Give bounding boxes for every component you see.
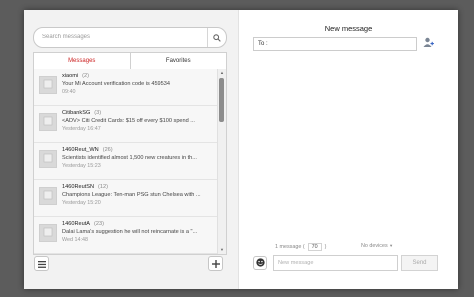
avatar-placeholder-icon xyxy=(43,113,53,131)
message-preview: Scientists identified almost 1,500 new c… xyxy=(62,155,197,161)
add-contact-icon xyxy=(423,35,434,53)
sms-app-window: Messages Favorites xiaomi(2) Your Mi Acc… xyxy=(24,10,458,289)
scroll-up-icon[interactable]: ▲ xyxy=(219,70,225,76)
scroll-down-icon[interactable]: ▼ xyxy=(219,247,225,253)
sender-name: 1460ReutSN xyxy=(62,184,95,190)
conversation-list: xiaomi (2) Your Mi Account verification c… xyxy=(33,69,227,255)
add-contact-button[interactable] xyxy=(421,37,435,51)
message-count-label: 1 message ( xyxy=(275,244,305,250)
message-count: (2) xyxy=(82,73,90,79)
devices-label: No devices xyxy=(361,243,388,249)
menu-icon xyxy=(37,255,46,273)
plus-icon xyxy=(211,255,220,273)
message-counter: 1 message (70) xyxy=(275,243,326,251)
message-time: Yesterday 15:23 xyxy=(62,163,101,169)
list-item[interactable]: xiaomi (2) Your Mi Account verification c… xyxy=(34,69,217,106)
list-item[interactable]: 1460ReutA (23) Dalai Lama's suggestion he… xyxy=(34,217,217,254)
message-time: Yesterday 15:20 xyxy=(62,200,101,206)
search-button[interactable] xyxy=(207,28,226,47)
scroll-thumb[interactable] xyxy=(219,78,224,122)
message-field[interactable] xyxy=(273,255,398,271)
avatar xyxy=(39,224,57,242)
menu-button[interactable] xyxy=(34,256,49,271)
avatar-placeholder-icon xyxy=(43,150,53,168)
avatar-placeholder-icon xyxy=(43,187,53,205)
avatar xyxy=(39,150,57,168)
message-count-suffix: ) xyxy=(324,244,327,250)
emoji-icon xyxy=(255,254,265,272)
message-preview: <ADV> Citi Credit Cards: $15 off every $… xyxy=(62,118,195,124)
device-selector[interactable]: No devices ▼ xyxy=(361,243,393,249)
message-time: 09:40 xyxy=(62,89,76,95)
avatar xyxy=(39,187,57,205)
tab-favorites[interactable]: Favorites xyxy=(131,53,227,69)
avatar-placeholder-icon xyxy=(43,224,53,242)
message-time: Yesterday 16:47 xyxy=(62,126,101,132)
search-box xyxy=(33,27,227,48)
message-count: (3) xyxy=(94,110,102,116)
message-preview: Champions League: Ten-man PSG stun Chels… xyxy=(62,192,201,198)
emoji-button[interactable] xyxy=(253,256,267,270)
message-preview: Dalai Lama's suggestion he will not rein… xyxy=(62,229,198,235)
message-count: (12) xyxy=(98,184,108,190)
conversation-pane: Messages Favorites xiaomi(2) Your Mi Acc… xyxy=(24,10,239,289)
list-item[interactable]: CitibankSG (3) <ADV> Citi Credit Cards: $… xyxy=(34,106,217,143)
recipient-field[interactable]: To : xyxy=(253,37,417,51)
message-input[interactable] xyxy=(278,258,392,268)
send-button[interactable]: Send xyxy=(401,255,438,271)
list-scrollbar[interactable]: ▲ ▼ xyxy=(217,69,226,254)
tab-bar: Messages Favorites xyxy=(33,52,227,70)
new-message-button[interactable] xyxy=(208,256,223,271)
sender-name: xiaomi xyxy=(62,73,79,79)
avatar xyxy=(39,76,57,94)
chevron-down-icon: ▼ xyxy=(389,243,394,248)
list-item[interactable]: 1460Reut_WN (26) Scientists identified al… xyxy=(34,143,217,180)
page-title: New message xyxy=(324,24,373,33)
search-input[interactable] xyxy=(42,30,202,44)
sender-name: 1460Reut_WN xyxy=(62,147,99,153)
avatar xyxy=(39,113,57,131)
message-count: (23) xyxy=(94,221,104,227)
message-time: Wed 14:48 xyxy=(62,237,88,243)
tab-messages[interactable]: Messages xyxy=(34,53,131,69)
avatar-placeholder-icon xyxy=(43,76,53,94)
search-icon xyxy=(213,29,221,47)
message-count: (26) xyxy=(102,147,113,153)
sender-name: CitibankSG xyxy=(62,110,91,116)
compose-pane: New message To : 1 message (70) No devic… xyxy=(239,10,458,289)
list-item[interactable]: 1460ReutSN (12) Champions League: Ten-man… xyxy=(34,180,217,217)
recipient-input[interactable] xyxy=(272,39,412,49)
message-preview: Your Mi Account verification code is 459… xyxy=(62,81,171,87)
to-label: To : xyxy=(258,41,268,47)
sender-name: 1460ReutA xyxy=(62,221,90,227)
char-count: 70 xyxy=(307,243,322,251)
